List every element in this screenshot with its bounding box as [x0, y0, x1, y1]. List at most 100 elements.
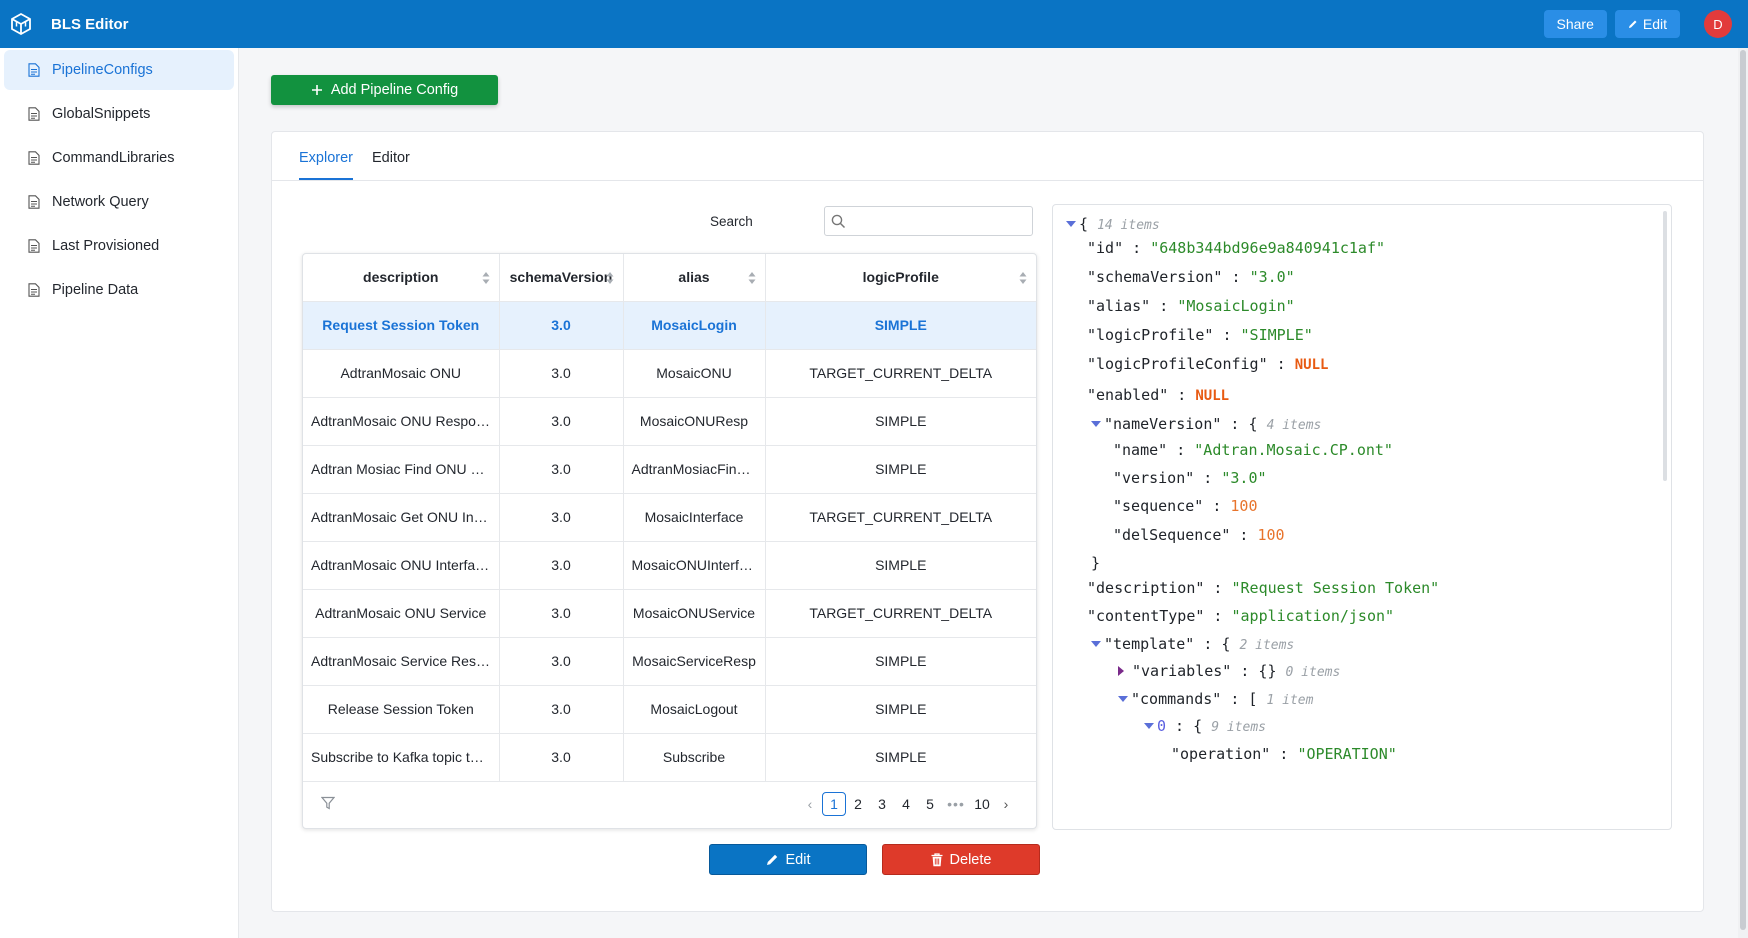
cell-logicprofile: SIMPLE — [765, 733, 1036, 782]
sidebar-item-commandlibraries[interactable]: CommandLibraries — [4, 138, 234, 178]
cell-schemaversion: 3.0 — [499, 349, 624, 398]
page-button-1[interactable]: 1 — [822, 792, 846, 816]
table-row[interactable]: AdtranMosaic Service Respo... 3.0 Mosaic… — [303, 637, 1036, 686]
json-count: 14 items — [1097, 218, 1160, 233]
sidebar-item-label: CommandLibraries — [52, 150, 175, 166]
page-ellipsis[interactable]: ••• — [942, 792, 970, 816]
table-row[interactable]: Subscribe to Kafka topic to r... 3.0 Sub… — [303, 733, 1036, 782]
table-row[interactable]: AdtranMosaic ONU Response 3.0 MosaicONUR… — [303, 397, 1036, 446]
next-page-icon[interactable]: › — [994, 792, 1018, 816]
cell-schemaversion: 3.0 — [499, 589, 624, 638]
collapse-icon[interactable] — [1091, 421, 1101, 427]
sidebar-item-label: PipelineConfigs — [52, 62, 153, 78]
search-input[interactable] — [851, 211, 1026, 231]
sidebar-item-last-provisioned[interactable]: Last Provisioned — [4, 226, 234, 266]
top-edit-button[interactable]: Edit — [1614, 10, 1680, 38]
sort-icon[interactable] — [606, 271, 614, 285]
tab-editor[interactable]: Editor — [372, 150, 410, 166]
column-header-schemaversion[interactable]: schemaVersion — [499, 254, 624, 302]
top-bar: BLS Editor Share Edit D — [0, 0, 1748, 48]
json-key: "nameVersion" — [1104, 415, 1222, 433]
share-label: Share — [1556, 16, 1594, 32]
json-count: 1 item — [1266, 693, 1314, 708]
page-scrollbar[interactable] — [1738, 48, 1748, 938]
json-key: "operation" — [1171, 745, 1271, 763]
json-line-nameversion[interactable]: "nameVersion" : { 4 items — [1091, 415, 1321, 433]
json-line-variables[interactable]: "variables" : {} 0 items — [1118, 662, 1340, 680]
json-key: "logicProfileConfig" — [1087, 355, 1268, 373]
page-scrollbar-thumb[interactable] — [1740, 50, 1746, 930]
tab-bar: Explorer Editor — [272, 132, 1703, 181]
sidebar-item-globalsnippets[interactable]: GlobalSnippets — [4, 94, 234, 134]
sidebar: PipelineConfigs GlobalSnippets CommandLi… — [0, 48, 239, 938]
edit-button[interactable]: Edit — [709, 844, 867, 875]
json-key: "commands" — [1131, 690, 1222, 708]
json-key: "variables" — [1132, 662, 1232, 680]
column-header-logicprofile[interactable]: logicProfile — [765, 254, 1036, 302]
page-button-3[interactable]: 3 — [870, 792, 894, 816]
table-row[interactable]: Adtran Mosiac Find ONU Ser... 3.0 Adtran… — [303, 445, 1036, 494]
sort-icon[interactable] — [482, 271, 490, 285]
collapse-icon[interactable] — [1091, 641, 1101, 647]
json-line-command-0[interactable]: 0 : { 9 items — [1144, 717, 1266, 735]
json-value: "application/json" — [1231, 607, 1395, 625]
cell-logicprofile: TARGET_CURRENT_DELTA — [765, 493, 1036, 542]
table-row[interactable]: Release Session Token 3.0 MosaicLogout S… — [303, 685, 1036, 734]
json-line-logicprofile: "logicProfile" : "SIMPLE" — [1087, 326, 1313, 344]
expand-icon[interactable] — [1118, 666, 1124, 676]
cell-logicprofile: SIMPLE — [765, 445, 1036, 494]
page-button-2[interactable]: 2 — [846, 792, 870, 816]
document-icon — [28, 195, 40, 209]
document-icon — [28, 63, 40, 77]
pipeline-config-table: description schemaVersion alias logicPro… — [302, 253, 1037, 829]
column-header-label: alias — [678, 269, 710, 286]
sort-icon[interactable] — [748, 271, 756, 285]
page-button-10[interactable]: 10 — [970, 792, 994, 816]
json-line-commands[interactable]: "commands" : [ 1 item — [1118, 690, 1313, 708]
table-row[interactable]: AdtranMosaic Get ONU Interf... 3.0 Mosai… — [303, 493, 1036, 542]
add-pipeline-config-button[interactable]: Add Pipeline Config — [271, 75, 498, 105]
sort-icon[interactable] — [1019, 271, 1027, 285]
page-button-4[interactable]: 4 — [894, 792, 918, 816]
table-row[interactable]: Request Session Token 3.0 MosaicLogin SI… — [303, 301, 1036, 350]
cell-description: AdtranMosaic ONU — [303, 349, 500, 398]
sidebar-item-network-query[interactable]: Network Query — [4, 182, 234, 222]
share-button[interactable]: Share — [1543, 10, 1607, 38]
json-value: NULL — [1195, 388, 1230, 404]
json-line-enabled: "enabled" : NULL — [1087, 386, 1230, 404]
json-key: "version" — [1113, 469, 1195, 487]
json-line-name: "name" : "Adtran.Mosaic.CP.ont" — [1113, 441, 1393, 459]
prev-page-icon[interactable]: ‹ — [798, 792, 822, 816]
table-row[interactable]: AdtranMosaic ONU 3.0 MosaicONU TARGET_CU… — [303, 349, 1036, 398]
json-key: "alias" — [1087, 297, 1151, 315]
json-root-line[interactable]: { 14 items — [1066, 215, 1160, 233]
tab-explorer[interactable]: Explorer — [299, 150, 353, 166]
collapse-icon[interactable] — [1066, 221, 1076, 227]
search-field[interactable] — [824, 206, 1033, 236]
json-line-template[interactable]: "template" : { 2 items — [1091, 635, 1294, 653]
table-row[interactable]: AdtranMosaic ONU Interface ... 3.0 Mosai… — [303, 541, 1036, 590]
column-header-alias[interactable]: alias — [623, 254, 766, 302]
cell-description: AdtranMosaic ONU Interface ... — [303, 541, 500, 590]
sidebar-item-pipelineconfigs[interactable]: PipelineConfigs — [4, 50, 234, 90]
table-row[interactable]: AdtranMosaic ONU Service 3.0 MosaicONUSe… — [303, 589, 1036, 638]
json-close-brace: } — [1091, 554, 1101, 572]
cell-schemaversion: 3.0 — [499, 685, 624, 734]
filter-icon[interactable] — [321, 796, 335, 810]
collapse-icon[interactable] — [1118, 696, 1128, 702]
json-value: "Adtran.Mosaic.CP.ont" — [1194, 441, 1393, 459]
json-key: "contentType" — [1087, 607, 1205, 625]
cell-description: AdtranMosaic ONU Response — [303, 397, 500, 446]
json-value: "MosaicLogin" — [1177, 297, 1295, 315]
json-scrollbar[interactable] — [1663, 211, 1667, 481]
cell-alias: MosaicONUResp — [623, 397, 766, 446]
sidebar-item-pipeline-data[interactable]: Pipeline Data — [4, 270, 234, 310]
avatar[interactable]: D — [1704, 10, 1732, 38]
collapse-icon[interactable] — [1144, 723, 1154, 729]
cell-alias: MosaicLogin — [623, 301, 766, 350]
delete-button[interactable]: Delete — [882, 844, 1040, 875]
explorer-card: Explorer Editor Search description schem… — [271, 131, 1704, 912]
page-button-5[interactable]: 5 — [918, 792, 942, 816]
column-header-description[interactable]: description — [303, 254, 500, 302]
edit-label: Edit — [785, 851, 811, 868]
